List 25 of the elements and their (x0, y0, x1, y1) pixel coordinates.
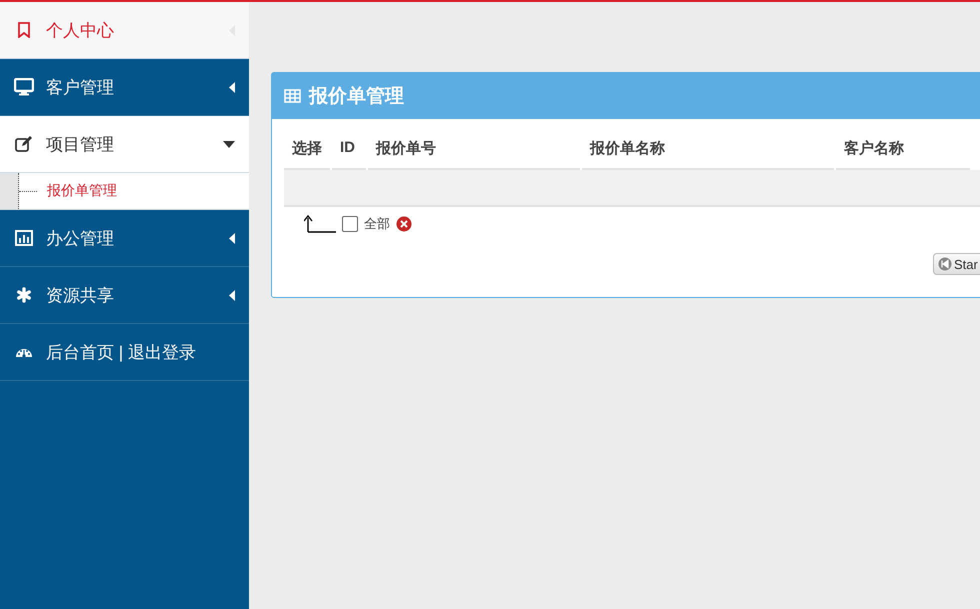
sidebar-item[interactable]: 办公管理 (0, 210, 249, 267)
sidebar-item[interactable]: 后台首页 | 退出登录 (0, 324, 249, 381)
caret-left-icon (229, 290, 235, 300)
bookmark-icon (17, 22, 31, 38)
tree-connector (19, 190, 37, 192)
start-button[interactable]: Star (933, 253, 980, 275)
delete-icon[interactable] (396, 216, 412, 232)
submenu-item[interactable]: 报价单管理 (47, 182, 117, 200)
caret-down-icon (223, 140, 235, 148)
bar-chart-icon (15, 230, 33, 246)
select-all-label: 全部 (364, 215, 390, 233)
select-all-checkbox[interactable] (342, 216, 358, 232)
sidebar-item[interactable]: 个人中心 (0, 2, 249, 59)
sidebar-item[interactable]: 资源共享 (0, 267, 249, 324)
sidebar-item[interactable]: 项目管理 (0, 116, 249, 173)
asterisk-icon (16, 287, 32, 303)
caret-left-icon (229, 82, 235, 92)
tree-guide (0, 173, 19, 209)
edit-icon (15, 136, 33, 152)
caret-left-icon (229, 232, 235, 244)
table-icon (284, 89, 301, 103)
panel-title: 报价单管理 (309, 85, 404, 109)
corner-arrow-icon (304, 215, 336, 233)
first-page-icon (938, 257, 952, 271)
monitor-icon (14, 78, 34, 96)
